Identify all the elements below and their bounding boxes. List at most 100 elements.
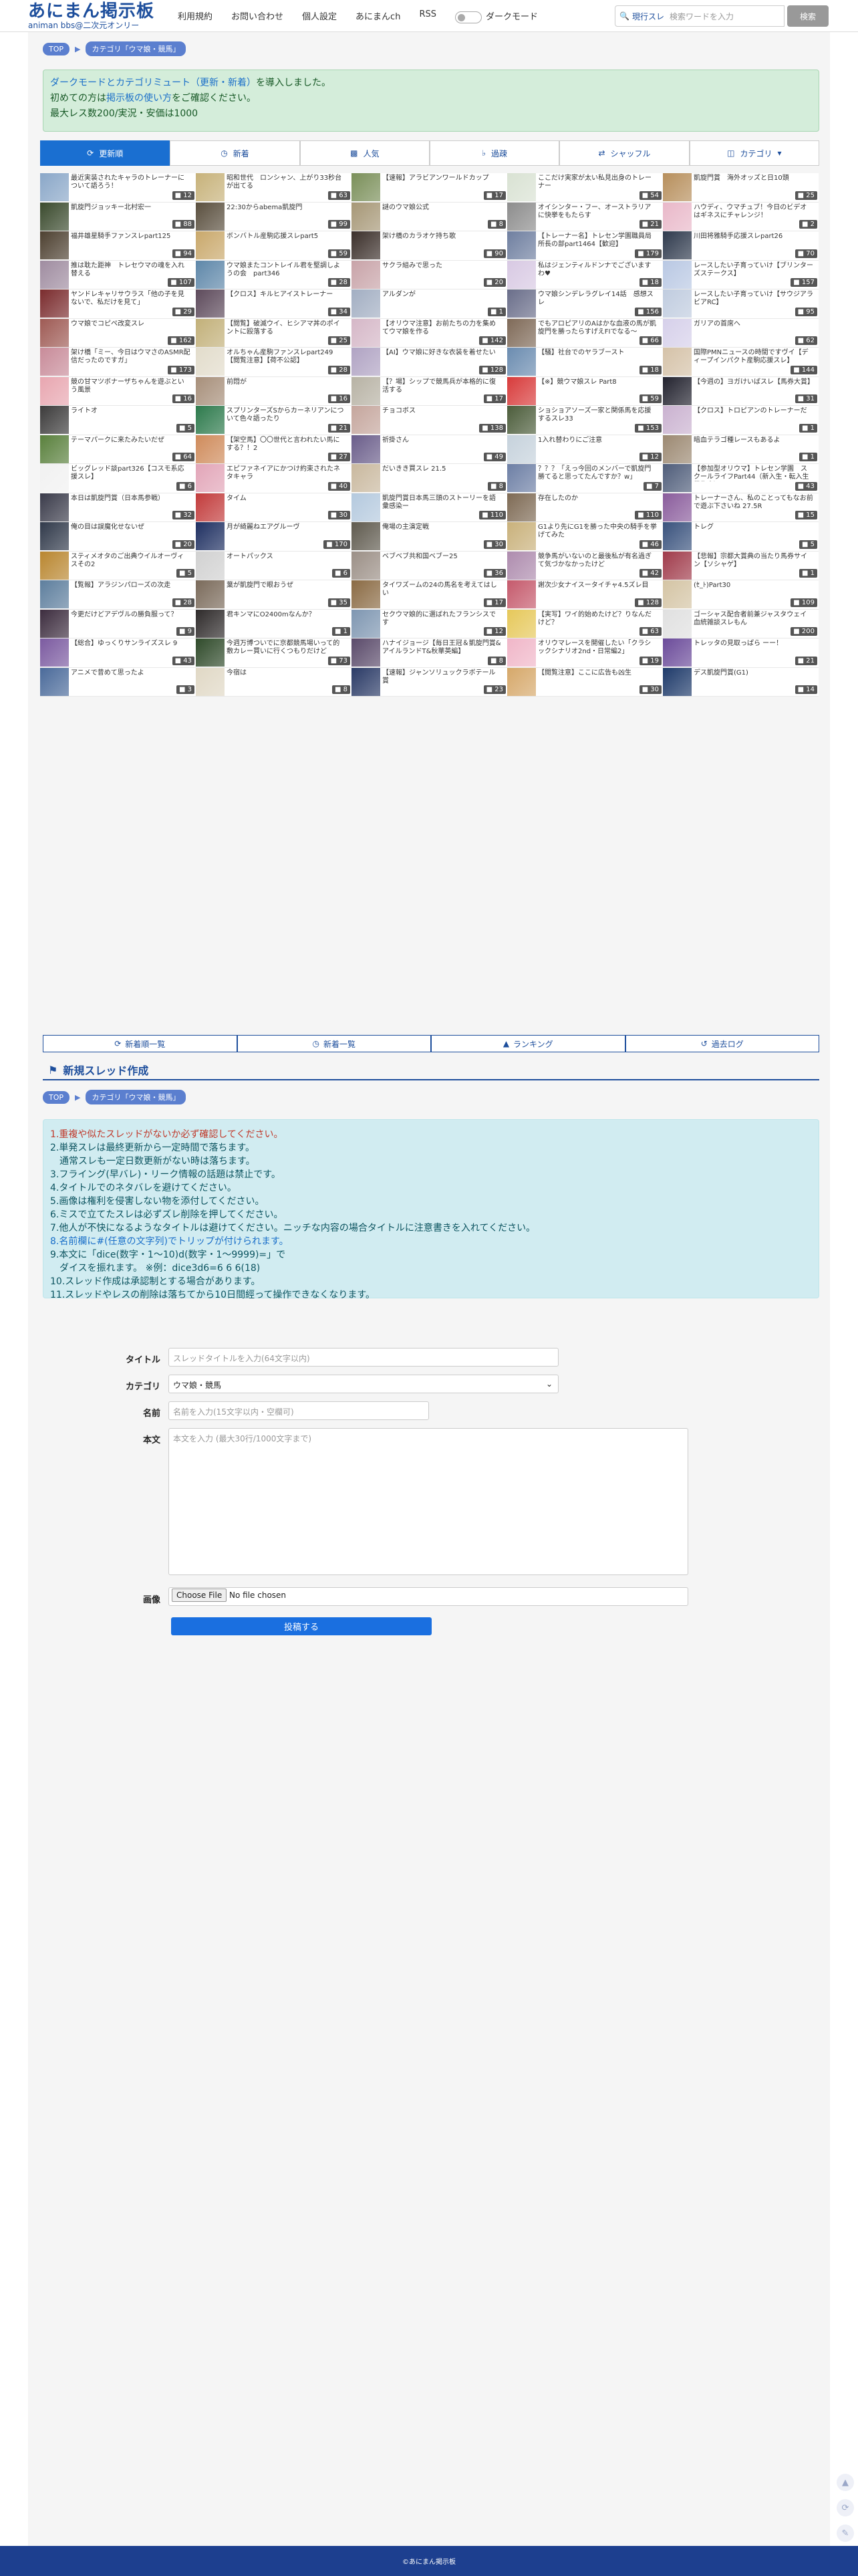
thread-item[interactable]: オルちゃん産駒ファンスレpart249【閲覧注意】【荷不公認】 ■ 28 bbox=[196, 348, 351, 377]
thread-item[interactable]: タイム ■ 30 bbox=[196, 493, 351, 522]
thread-item[interactable]: オリウマレースを開催したい「クラシックシナリオ2nd・日常編2」 ■ 19 bbox=[507, 638, 663, 668]
thread-item[interactable]: アニメで昔めて思ったよ ■ 3 bbox=[40, 667, 196, 697]
thread-item[interactable]: (ｾ_ﾄ)Part30 ■ 109 bbox=[663, 580, 819, 610]
thread-item[interactable]: 今更だけどアデヴルの勝負服って？ ■ 9 bbox=[40, 609, 196, 638]
thread-item[interactable]: 存在したのか ■ 110 bbox=[507, 493, 663, 522]
thread-item[interactable]: ゴーシャス配合者前兼ジャスタウェイ血統雑談スレもん ■ 200 bbox=[663, 609, 819, 638]
nav-settings[interactable]: 個人設定 bbox=[302, 9, 337, 23]
search-button[interactable]: 検索 bbox=[787, 5, 829, 27]
site-logo[interactable]: あにまん掲示板 animan bbs@二次元オンリー bbox=[28, 1, 168, 31]
bottom-nav-ranking[interactable]: ▲ ランキング bbox=[431, 1035, 625, 1052]
thread-item[interactable]: 1入れ替わりにご注意 ■ 12 bbox=[507, 435, 663, 464]
nav-terms[interactable]: 利用規約 bbox=[178, 9, 212, 23]
thread-item[interactable]: 前悶が ■ 16 bbox=[196, 376, 351, 406]
thread-item[interactable]: 【※】競ウマ娘スレ Part8 ■ 59 bbox=[507, 376, 663, 406]
thread-item[interactable]: 福井雄星騎手ファンスレpart125 ■ 94 bbox=[40, 231, 196, 261]
thread-item[interactable]: セクウマ娘的に選ばれたフランシスです ■ 12 bbox=[351, 609, 507, 638]
thread-item[interactable]: 架け橋のカラオケ持ち歌 ■ 90 bbox=[351, 231, 507, 261]
title-input[interactable]: スレッドタイトルを入力(64文字以内) bbox=[168, 1348, 559, 1367]
image-file-input[interactable]: Choose File No file chosen bbox=[168, 1587, 688, 1606]
thread-item[interactable]: ビッグレッド談part326【コスモ系応援スレ】 ■ 6 bbox=[40, 464, 196, 493]
thread-item[interactable]: ベブベブ共和国ベブー25 ■ 36 bbox=[351, 551, 507, 580]
breadcrumb-top[interactable]: TOP bbox=[43, 1090, 70, 1104]
choose-file-button[interactable]: Choose File bbox=[172, 1589, 227, 1602]
thread-item[interactable]: 暗血テラゴ種レースもあるよ ■ 1 bbox=[663, 435, 819, 464]
thread-item[interactable]: 【オリウマ注意】お前たちの力を集めてウマ娘を作る ■ 142 bbox=[351, 318, 507, 348]
thread-item[interactable]: 葉が凱旋門で眼おうぜ ■ 35 bbox=[196, 580, 351, 610]
thread-item[interactable]: 【架空馬】〇〇世代と言われたい馬にする？！2 ■ 27 bbox=[196, 435, 351, 464]
thread-item[interactable]: 競争馬がいないのと最後私が有名過ぎて気づかなかったけど ■ 42 bbox=[507, 551, 663, 580]
thread-item[interactable]: 【実写】ワイ的始めたけど？りなんだけど？ ■ 63 bbox=[507, 609, 663, 638]
thread-item[interactable]: 【総合】ゆっくりサンライズスレ 9 ■ 43 bbox=[40, 638, 196, 668]
thread-item[interactable]: G1より先にG1を勝った中央の騎手を挙げてみた ■ 46 bbox=[507, 522, 663, 552]
thread-item[interactable]: 【？場】シップで競馬兵が本格的に復活する ■ 17 bbox=[351, 376, 507, 406]
thread-item[interactable]: ウマ娘またコントレイル君を堅調しようの会 part346 ■ 28 bbox=[196, 260, 351, 289]
tab-sparse[interactable]: ♭ 過疎 bbox=[429, 140, 560, 166]
breadcrumb-category[interactable]: カテゴリ「ウマ娘・競馬」 bbox=[86, 1090, 186, 1104]
body-textarea[interactable]: 本文を入力 (最大30行/1000文字まで) bbox=[168, 1428, 688, 1575]
thread-item[interactable]: ライトオ ■ 5 bbox=[40, 406, 196, 435]
thread-item[interactable]: アルダンが ■ 1 bbox=[351, 289, 507, 319]
thread-item[interactable]: ショショアソーズ一家と関係馬を応援するスレ33 ■ 153 bbox=[507, 406, 663, 435]
category-select[interactable]: ウマ娘・競馬 ⌄ bbox=[168, 1375, 559, 1393]
thread-item[interactable]: 【閲覧】破滅ウイ、ヒシアマ丼のポイントに殴落する ■ 25 bbox=[196, 318, 351, 348]
tab-new[interactable]: ◷ 新着 bbox=[170, 140, 300, 166]
bottom-nav-archive[interactable]: ↺ 過去ログ bbox=[625, 1035, 819, 1052]
thread-item[interactable]: 昭和世代 ロンシャン、上がり33秒台が出てる ■ 63 bbox=[196, 173, 351, 203]
thread-item[interactable]: 【トレーナー名】トレセン学園職員局所長の部part1464【歓迎】 ■ 179 bbox=[507, 231, 663, 261]
thread-item[interactable]: オートパックス ■ 6 bbox=[196, 551, 351, 580]
scroll-top-icon[interactable]: ▲ bbox=[837, 2474, 854, 2491]
thread-item[interactable]: 【騒】社台でのヤラブースト ■ 18 bbox=[507, 348, 663, 377]
thread-item[interactable]: エピファネイアにかつけ約束されたネタキャラ ■ 40 bbox=[196, 464, 351, 493]
thread-item[interactable]: レースしたい子育っていけ【サウジアラビアRC】 ■ 95 bbox=[663, 289, 819, 319]
thread-item[interactable]: 月が綺麗ねエアグルーヴ ■ 170 bbox=[196, 522, 351, 552]
tab-popular[interactable]: ▩ 人気 bbox=[299, 140, 430, 166]
search-input[interactable]: 🔍 現行スレ 検索ワードを入力 bbox=[615, 5, 784, 27]
thread-item[interactable]: 今宿は ■ 8 bbox=[196, 667, 351, 697]
thread-item[interactable]: 【クロス】キルヒアイストレーナー ■ 34 bbox=[196, 289, 351, 319]
thread-item[interactable]: ハウディ、ウマチュブ！今日のビデオはギネスにチャレンジ！ ■ 2 bbox=[663, 202, 819, 231]
dark-mode-toggle[interactable]: ダークモード bbox=[454, 9, 538, 23]
thread-item[interactable]: 推は耽た距神 トレセウマの魂を入れ替える ■ 107 bbox=[40, 260, 196, 289]
thread-item[interactable]: ウマ娘シンデレラグレイ14話 感想スレ ■ 156 bbox=[507, 289, 663, 319]
thread-item[interactable]: 俺の目は誤魔化せないぜ ■ 20 bbox=[40, 522, 196, 552]
tab-category[interactable]: ◫ カテゴリ ▾ bbox=[689, 140, 819, 166]
thread-item[interactable]: テーマパークに来たみたいだぜ ■ 64 bbox=[40, 435, 196, 464]
thread-item[interactable]: 【参加型オリウマ】トレセン学園 スクールライフPart44（新入生・転入生募集中… bbox=[663, 464, 819, 493]
thread-item[interactable]: チョコボス ■ 138 bbox=[351, 406, 507, 435]
thread-item[interactable]: ここだけ実家が太い私見出身のトレーナー ■ 54 bbox=[507, 173, 663, 203]
name-input[interactable]: 名前を入力(15文字以内・空欄可) bbox=[168, 1401, 429, 1420]
reload-icon[interactable]: ⟳ bbox=[837, 2499, 854, 2516]
thread-item[interactable]: 凱旋門賞日本馬三頭のストーリーを語彙感染ー ■ 110 bbox=[351, 493, 507, 522]
tab-shuffle[interactable]: ⇄ シャッフル bbox=[559, 140, 690, 166]
thread-item[interactable]: ？？？「えっ今回のメンバーで凱旋門勝てると思ってたんですか？w」 ■ 7 bbox=[507, 464, 663, 493]
bottom-nav-new[interactable]: ◷ 新着一覧 bbox=[237, 1035, 431, 1052]
edit-icon[interactable]: ✎ bbox=[837, 2525, 854, 2542]
thread-item[interactable]: 競の甘マツボナーザちゃんを遊ぶという風景 ■ 16 bbox=[40, 376, 196, 406]
thread-item[interactable]: サクラ組みで思った ■ 20 bbox=[351, 260, 507, 289]
thread-item[interactable]: 22:30からabema凱旋門 ■ 99 bbox=[196, 202, 351, 231]
thread-item[interactable]: 【クロス】トロピアンのトレーナーだ ■ 1 bbox=[663, 406, 819, 435]
thread-item[interactable]: 架け橋「ミー、今日はウマさのASMR配信だったのですガ」 ■ 173 bbox=[40, 348, 196, 377]
thread-item[interactable]: 【AI】ウマ娘に好きな衣装を着せたい ■ 128 bbox=[351, 348, 507, 377]
thread-item[interactable]: オイシンター・フー、オーストラリアに快挙をもたらす ■ 21 bbox=[507, 202, 663, 231]
howto-link[interactable]: 掲示板の使い方 bbox=[106, 93, 172, 104]
thread-item[interactable]: ヤンドレキャリサウラス「他の子を見ないで、私だけを見て」 ■ 29 bbox=[40, 289, 196, 319]
thread-item[interactable]: レースしたい子育っていけ【ブリンターズステークス】 ■ 157 bbox=[663, 260, 819, 289]
thread-item[interactable]: ウマ娘でコピペ改変スレ ■ 162 bbox=[40, 318, 196, 348]
thread-item[interactable]: だいきき買スレ 21.5 ■ 8 bbox=[351, 464, 507, 493]
thread-item[interactable]: ハナイジョージ【毎日王冠＆凱旋門賞&アイルランドT&秋華英編】 ■ 8 bbox=[351, 638, 507, 668]
bottom-nav-updated[interactable]: ⟳ 新着順一覧 bbox=[43, 1035, 237, 1052]
thread-item[interactable]: 最近実装されたキャラのトレーナーについて語ろう！ ■ 12 bbox=[40, 173, 196, 203]
thread-item[interactable]: デス凱旋門賞(G1) ■ 14 bbox=[663, 667, 819, 697]
thread-item[interactable]: 【今週の】ヨガけいばスレ【馬券大賞】 ■ 31 bbox=[663, 376, 819, 406]
thread-item[interactable]: トレッタの見取っぱら ーー！ ■ 21 bbox=[663, 638, 819, 668]
nav-contact[interactable]: お問い合わせ bbox=[231, 9, 283, 23]
submit-button[interactable]: 投稿する bbox=[171, 1617, 432, 1635]
thread-item[interactable]: ガリアの首席へ ■ 62 bbox=[663, 318, 819, 348]
thread-item[interactable]: トレーナーさん、私のことってもなお前で遊ぶ下さいね 27.5R ■ 15 bbox=[663, 493, 819, 522]
thread-item[interactable]: でもアロピアリのAはかな血液の馬が凱旋門を勝ったらすげえFIでなる～ ■ 66 bbox=[507, 318, 663, 348]
thread-item[interactable]: 【速報】ジャンソリュックラボテール賞 ■ 23 bbox=[351, 667, 507, 697]
thread-item[interactable]: 【速報】アラビアンワールドカップ ■ 17 bbox=[351, 173, 507, 203]
thread-item[interactable]: 凱旋門賞 海外オッズと日10頭 ■ 25 bbox=[663, 173, 819, 203]
